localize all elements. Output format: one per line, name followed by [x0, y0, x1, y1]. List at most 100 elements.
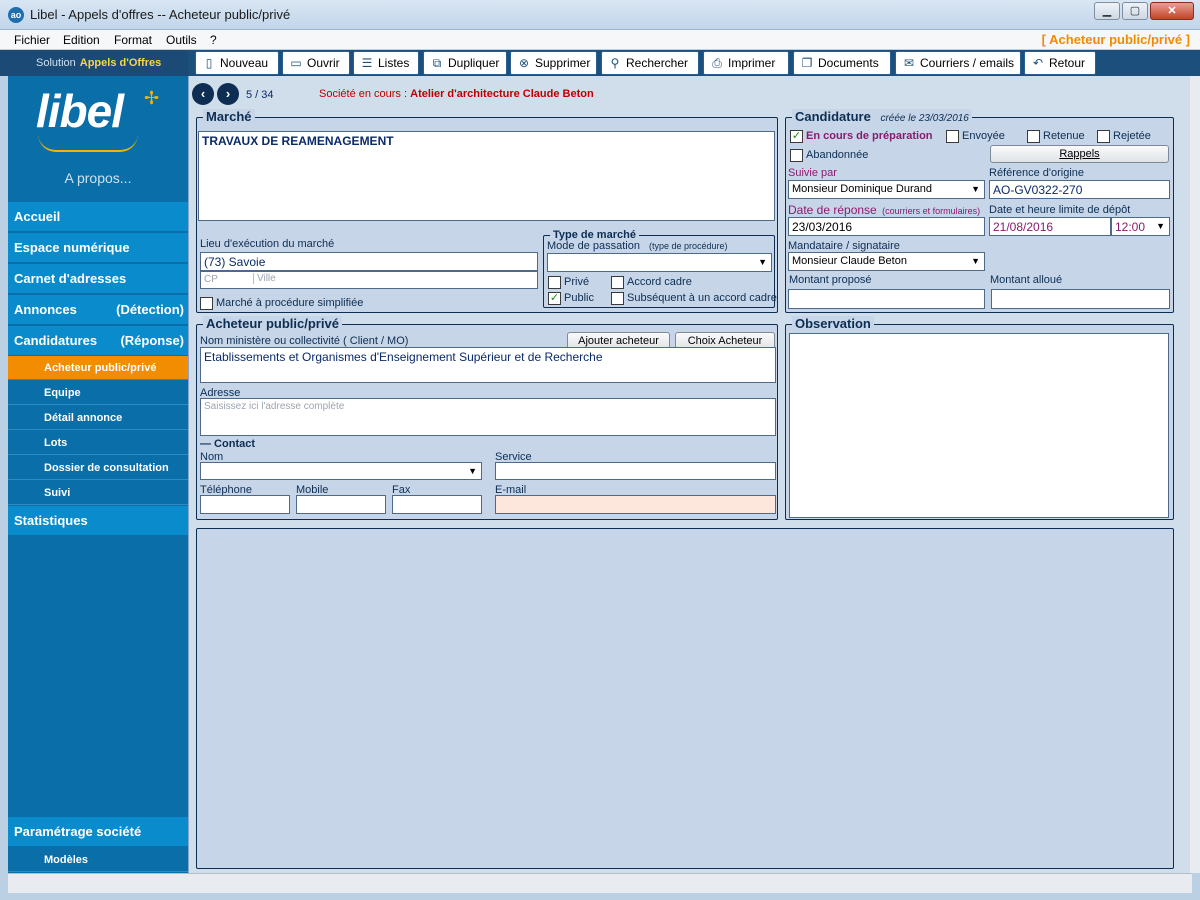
sidebar-item-espace-numerique[interactable]: Espace numérique: [8, 233, 188, 263]
abandonnee-checkbox[interactable]: [790, 149, 803, 162]
suivie-select[interactable]: Monsieur Dominique Durand ▼: [788, 180, 985, 199]
courriers-label: Courriers / emails: [920, 56, 1015, 70]
nom-ministere-input[interactable]: Etablissements et Organismes d'Enseignem…: [200, 347, 776, 383]
imprimer-button[interactable]: ⎙ Imprimer: [703, 51, 789, 75]
sidebar-item-accueil[interactable]: Accueil: [8, 202, 188, 232]
menu-outils[interactable]: Outils: [166, 33, 197, 47]
rechercher-button[interactable]: ⚲ Rechercher: [601, 51, 699, 75]
accord-cadre-label: Accord cadre: [627, 276, 692, 288]
printer-icon: ⎙: [712, 56, 722, 70]
sidebar-sub-dossier[interactable]: Dossier de consultation: [8, 456, 188, 480]
sidebar-sub-modeles[interactable]: Modèles: [8, 848, 188, 872]
marche-title: Marché: [203, 109, 255, 124]
apropos-link[interactable]: A propos...: [8, 170, 188, 186]
rejetee-checkbox[interactable]: [1097, 130, 1110, 143]
adresse-input[interactable]: Saisissez ici l'adresse complète: [200, 398, 776, 436]
date-limite-input[interactable]: 21/08/2016: [989, 217, 1111, 236]
listes-button[interactable]: ☰ Listes: [353, 51, 419, 75]
observation-title: Observation: [792, 316, 874, 331]
date-reponse-hint: (courriers et formulaires): [882, 206, 981, 216]
mode-hint: (type de procédure): [649, 241, 728, 251]
dragonfly-icon: ✢: [144, 88, 160, 108]
libel-logo: libel: [36, 85, 124, 137]
ouvrir-button[interactable]: ▭ Ouvrir: [282, 51, 350, 75]
fax-input[interactable]: [392, 495, 482, 514]
imprimer-label: Imprimer: [728, 56, 776, 70]
menu-edition[interactable]: Edition: [63, 33, 100, 47]
sidebar-item-label: Candidatures: [14, 333, 98, 348]
contact-title: — Contact: [200, 438, 255, 450]
mobile-input[interactable]: [296, 495, 386, 514]
chevron-down-icon: ▼: [758, 257, 767, 267]
service-input[interactable]: [495, 462, 776, 480]
envoyee-checkbox[interactable]: [946, 130, 959, 143]
sidebar-sub-detail-annonce[interactable]: Détail annonce: [8, 406, 188, 430]
montant-propose-input[interactable]: [788, 289, 985, 309]
mode-label: Mode de passation (type de procédure): [547, 240, 728, 252]
previous-record-button[interactable]: ‹: [192, 83, 214, 105]
observation-textarea[interactable]: [789, 333, 1169, 518]
sidebar-item-parametrage[interactable]: Paramétrage société: [8, 817, 188, 847]
courriers-button[interactable]: ✉ Courriers / emails: [895, 51, 1021, 75]
heure-limite-select[interactable]: 12:00 ▼: [1111, 217, 1170, 236]
marche-text[interactable]: TRAVAUX DE REAMENAGEMENT: [198, 131, 775, 221]
mandataire-value: Monsieur Claude Beton: [792, 255, 907, 267]
subsequent-checkbox[interactable]: [611, 292, 624, 305]
rechercher-label: Rechercher: [626, 56, 689, 70]
sidebar-sub-equipe[interactable]: Equipe: [8, 381, 188, 405]
cp-ville-input[interactable]: CP Ville: [200, 271, 538, 289]
sidebar-item-annonces[interactable]: Annonces (Détection): [8, 295, 188, 325]
main-content: ‹ › 5 / 34 Société en cours : Atelier d'…: [188, 76, 1190, 873]
sidebar-item-note: (Réponse): [120, 333, 184, 348]
sidebar-item-label: Annonces: [14, 302, 77, 317]
chevron-down-icon: ▼: [1156, 221, 1165, 231]
rappels-button[interactable]: Rappels: [990, 145, 1169, 163]
logo-swoosh: [38, 134, 138, 152]
sidebar-item-label: Paramétrage société: [14, 824, 142, 839]
retenue-checkbox[interactable]: [1027, 130, 1040, 143]
en-cours-checkbox[interactable]: ✓: [790, 130, 803, 143]
sidebar-sub-suivi[interactable]: Suivi: [8, 481, 188, 505]
candidature-title-text: Candidature: [795, 109, 871, 124]
maximize-button[interactable]: ▢: [1122, 2, 1148, 20]
dupliquer-button[interactable]: ⧉ Dupliquer: [423, 51, 507, 75]
retour-button[interactable]: ↶ Retour: [1024, 51, 1096, 75]
menu-help[interactable]: ?: [210, 33, 217, 47]
sidebar-item-statistiques[interactable]: Statistiques: [8, 506, 188, 536]
ref-input[interactable]: AO-GV0322-270: [989, 180, 1170, 199]
sidebar-item-carnet-adresses[interactable]: Carnet d'adresses: [8, 264, 188, 294]
documents-button[interactable]: ❐ Documents: [793, 51, 891, 75]
mandataire-select[interactable]: Monsieur Claude Beton ▼: [788, 252, 985, 271]
close-button[interactable]: ✕: [1150, 2, 1194, 20]
nouveau-button[interactable]: ▯ Nouveau: [195, 51, 279, 75]
sidebar-item-candidatures[interactable]: Candidatures (Réponse): [8, 326, 188, 356]
simplifiee-checkbox[interactable]: [200, 297, 213, 310]
cp-placeholder: CP: [204, 274, 218, 285]
sidebar-sub-acheteur[interactable]: Acheteur public/privé: [8, 356, 188, 380]
menu-format[interactable]: Format: [114, 33, 152, 47]
mode-label-text: Mode de passation: [547, 240, 640, 252]
sidebar-item-label: Accueil: [14, 209, 61, 224]
next-record-button[interactable]: ›: [217, 83, 239, 105]
supprimer-button[interactable]: ⊗ Supprimer: [510, 51, 597, 75]
email-input[interactable]: [495, 495, 776, 514]
date-reponse-input[interactable]: 23/03/2016: [788, 217, 985, 236]
montant-alloue-input[interactable]: [991, 289, 1170, 309]
date-reponse-label-text: Date de réponse: [788, 203, 877, 217]
mode-select[interactable]: ▼: [547, 253, 772, 272]
prive-checkbox[interactable]: [548, 276, 561, 289]
retenue-label: Retenue: [1043, 130, 1085, 142]
montant-propose-label: Montant proposé: [789, 274, 872, 286]
telephone-input[interactable]: [200, 495, 290, 514]
sidebar-item-note: (Détection): [116, 302, 184, 317]
montant-alloue-label: Montant alloué: [990, 274, 1063, 286]
public-checkbox[interactable]: ✓: [548, 292, 561, 305]
sidebar-sub-lots[interactable]: Lots: [8, 431, 188, 455]
menu-fichier[interactable]: Fichier: [14, 33, 50, 47]
accord-cadre-checkbox[interactable]: [611, 276, 624, 289]
nom-ministere-label: Nom ministère ou collectivité ( Client /…: [200, 335, 409, 347]
contact-nom-select[interactable]: ▼: [200, 462, 482, 480]
minimize-button[interactable]: ▁: [1094, 2, 1120, 20]
lieu-input[interactable]: (73) Savoie: [200, 252, 538, 271]
sidebar-item-label: Espace numérique: [14, 240, 130, 255]
